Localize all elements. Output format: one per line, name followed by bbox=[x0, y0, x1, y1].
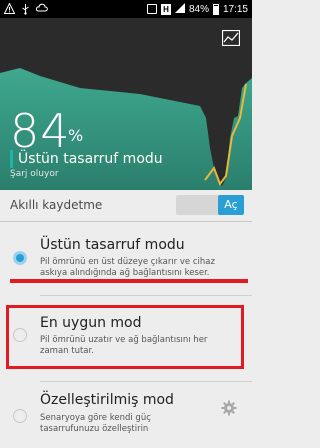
option-desc-line1: Senaryoya göre kendi güç bbox=[40, 413, 151, 423]
gear-icon[interactable] bbox=[221, 400, 237, 416]
option-desc-line2: tasarrufunuzu özelleştirin bbox=[40, 424, 149, 434]
smart-saving-toggle[interactable]: Aç bbox=[176, 195, 244, 215]
option-title: Üstün tasarruf modu bbox=[40, 237, 185, 253]
status-right: H 84% 17:15 bbox=[146, 2, 248, 16]
signal-icon bbox=[174, 3, 185, 15]
smart-saving-label: Akıllı kaydetme bbox=[10, 198, 103, 212]
chart-icon[interactable] bbox=[221, 29, 241, 47]
option-custom[interactable]: Özelleştirilmiş mod Senaryoya göre kendi… bbox=[0, 382, 252, 448]
status-bar: H 84% 17:15 bbox=[0, 0, 252, 18]
status-left bbox=[3, 2, 48, 16]
divider bbox=[40, 295, 252, 296]
battery-percent: 84% bbox=[188, 3, 209, 15]
radio-ultra-saving[interactable] bbox=[13, 251, 27, 265]
smart-saving-row: Akıllı kaydetme Aç bbox=[0, 190, 252, 220]
h-network-icon: H bbox=[160, 3, 171, 15]
option-desc-line2: askıya alındığında ağ bağlantısını keser… bbox=[40, 268, 210, 278]
warning-icon bbox=[3, 2, 16, 15]
battery-percent-sign: % bbox=[68, 126, 84, 145]
usb-icon bbox=[21, 3, 30, 15]
option-title: Özelleştirilmiş mod bbox=[40, 392, 174, 408]
radio-custom[interactable] bbox=[13, 409, 27, 423]
option-desc-line1: Pil ömrünü en üst düzeye çıkarır ve ciha… bbox=[40, 257, 215, 267]
battery-icon bbox=[212, 3, 219, 15]
clock: 17:15 bbox=[222, 3, 248, 15]
notification-icon bbox=[146, 4, 157, 14]
cloud-icon bbox=[35, 3, 48, 15]
toggle-on-label[interactable]: Aç bbox=[218, 195, 244, 215]
battery-percent-large: 84 bbox=[10, 104, 71, 158]
annotation-underline bbox=[10, 279, 248, 283]
current-mode-label: Üstün tasarruf modu bbox=[10, 150, 163, 168]
charging-status: Şarj oluyor bbox=[10, 169, 59, 179]
annotation-box bbox=[6, 305, 244, 369]
battery-header: 84 % Üstün tasarruf modu Şarj oluyor bbox=[0, 18, 252, 190]
